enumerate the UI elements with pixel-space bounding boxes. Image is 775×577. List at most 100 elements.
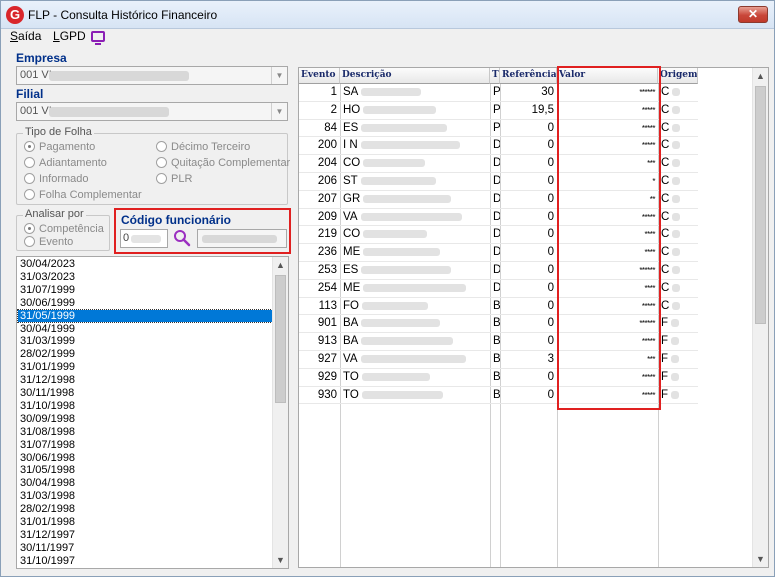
table-cell-descricao[interactable]: ST [340,173,490,191]
table-cell-tipo[interactable]: D [490,137,500,156]
table-cell-descricao[interactable]: HO [340,102,490,120]
table-cell-origem[interactable]: C [658,191,698,209]
table-cell-descricao[interactable]: BA [340,315,490,334]
table-cell-referencia[interactable]: 19,5 [500,102,557,120]
list-item[interactable]: 31/01/1998 [18,516,272,529]
scroll-down-icon[interactable]: ▼ [273,552,288,568]
radio-quitacao-complementar[interactable]: Quitação Complementar [156,157,290,169]
filial-select[interactable]: 001 VI ▼ [16,102,288,121]
radio-informado[interactable]: Informado [24,173,89,185]
list-item[interactable]: 28/02/1998 [18,503,272,516]
list-item[interactable]: 30/06/1998 [18,452,272,465]
table-cell-origem[interactable]: C [658,155,698,173]
list-item[interactable]: 31/07/1998 [18,439,272,452]
list-item[interactable]: 31/03/1998 [18,490,272,503]
radio-plr[interactable]: PLR [156,173,192,185]
table-cell-evento[interactable]: 209 [299,209,340,227]
table-cell-tipo[interactable]: B [490,369,500,387]
table-cell-evento[interactable]: 204 [299,155,340,173]
list-item[interactable]: 30/04/1999 [18,323,272,336]
table-cell-evento[interactable]: 2 [299,102,340,120]
table-cell-referencia[interactable]: 0 [500,387,557,405]
table-cell-tipo[interactable]: P [490,84,500,102]
table-cell-referencia[interactable]: 30 [500,84,557,102]
list-item[interactable]: 28/02/1999 [18,348,272,361]
list-item[interactable]: 30/09/1998 [18,413,272,426]
table-cell-origem[interactable]: F [658,387,698,405]
table-cell-origem[interactable]: C [658,226,698,245]
menu-lgpd[interactable]: LGPD [53,29,86,43]
table-cell-descricao[interactable]: ME [340,280,490,298]
table-cell-evento[interactable]: 901 [299,315,340,334]
table-cell-tipo[interactable]: D [490,280,500,298]
table-cell-referencia[interactable]: 0 [500,298,557,316]
table-cell-tipo[interactable]: D [490,191,500,209]
table-cell-descricao[interactable]: ES [340,120,490,138]
list-item[interactable]: 31/10/1997 [18,555,272,568]
table-cell-referencia[interactable]: 0 [500,120,557,138]
table-cell-referencia[interactable]: 0 [500,209,557,227]
table-cell-evento[interactable]: 930 [299,387,340,405]
table-cell-referencia[interactable]: 0 [500,315,557,334]
table-cell-evento[interactable]: 207 [299,191,340,209]
table-cell-descricao[interactable]: TO [340,387,490,405]
table-cell-tipo[interactable]: D [490,173,500,191]
table-cell-evento[interactable]: 913 [299,333,340,351]
table-cell-origem[interactable]: F [658,315,698,334]
scroll-up-icon[interactable]: ▲ [753,68,768,84]
table-cell-tipo[interactable]: D [490,226,500,245]
table-cell-origem[interactable]: F [658,351,698,369]
table-cell-descricao[interactable]: CO [340,226,490,245]
table-cell-origem[interactable]: C [658,244,698,262]
table-cell-descricao[interactable]: VA [340,351,490,369]
table-cell-origem[interactable]: C [658,173,698,191]
table-cell-referencia[interactable]: 0 [500,280,557,298]
table-cell-origem[interactable]: C [658,102,698,120]
table-cell-evento[interactable]: 236 [299,244,340,262]
table-cell-descricao[interactable]: GR [340,191,490,209]
table-cell-evento[interactable]: 113 [299,298,340,316]
table-cell-referencia[interactable]: 0 [500,155,557,173]
column-header-origem[interactable]: Origem [658,68,698,84]
table-cell-referencia[interactable]: 0 [500,191,557,209]
table-cell-tipo[interactable]: B [490,333,500,351]
list-item[interactable]: 31/03/1999 [18,335,272,348]
table-cell-tipo[interactable]: D [490,155,500,173]
table-cell-evento[interactable]: 1 [299,84,340,102]
table-cell-origem[interactable]: F [658,369,698,387]
table-cell-tipo[interactable]: P [490,102,500,120]
search-icon[interactable] [173,229,191,247]
table-cell-referencia[interactable]: 0 [500,333,557,351]
radio-decimo-terceiro[interactable]: Décimo Terceiro [156,141,250,153]
table-cell-referencia[interactable]: 0 [500,226,557,245]
list-item[interactable]: 30/11/1998 [18,387,272,400]
table-cell-referencia[interactable]: 0 [500,173,557,191]
list-item[interactable]: 31/07/1999 [18,284,272,297]
radio-competencia[interactable]: Competência [24,223,104,235]
table-cell-tipo[interactable]: D [490,262,500,280]
column-header-descricao[interactable]: Descrição [340,68,490,84]
scroll-thumb[interactable] [275,275,286,403]
codigo-funcionario-input[interactable]: 0 [120,229,168,248]
table-cell-descricao[interactable]: BA [340,333,490,351]
table-cell-origem[interactable]: C [658,298,698,316]
table-cell-descricao[interactable]: TO [340,369,490,387]
table-cell-referencia[interactable]: 0 [500,369,557,387]
list-item[interactable]: 31/12/1997 [18,529,272,542]
list-item[interactable]: 31/05/1999 [17,308,273,324]
table-cell-origem[interactable]: C [658,280,698,298]
table-cell-origem[interactable]: F [658,333,698,351]
scroll-down-icon[interactable]: ▼ [753,551,768,567]
table-cell-tipo[interactable]: D [490,244,500,262]
eventos-grid[interactable]: Evento Descrição T Referência Valor Origem 1 SA… [298,67,769,568]
radio-pagamento[interactable]: Pagamento [24,141,95,153]
table-cell-tipo[interactable]: B [490,351,500,369]
scroll-thumb[interactable] [755,86,766,324]
table-cell-referencia[interactable]: 0 [500,244,557,262]
empresa-select[interactable]: 001 VI ▼ [16,66,288,85]
table-cell-evento[interactable]: 206 [299,173,340,191]
close-button[interactable]: ✕ [738,6,768,23]
table-cell-descricao[interactable]: I N [340,137,490,156]
table-cell-descricao[interactable]: SA [340,84,490,102]
table-cell-evento[interactable]: 253 [299,262,340,280]
